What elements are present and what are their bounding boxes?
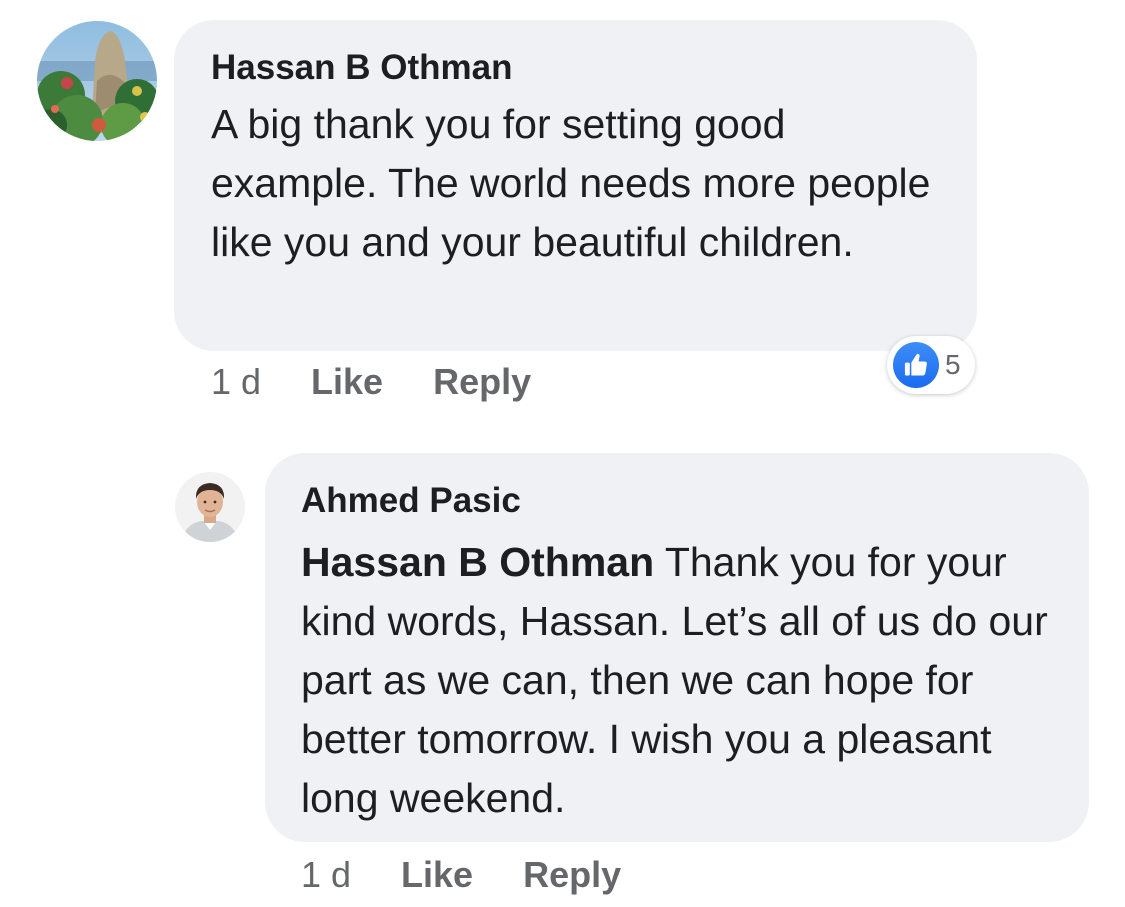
comment-timestamp[interactable]: 1 d <box>211 362 261 402</box>
landscape-avatar-image <box>37 21 157 141</box>
reply-avatar[interactable] <box>175 472 245 542</box>
comment-author[interactable]: Hassan B Othman <box>211 48 941 88</box>
reply-timestamp[interactable]: 1 d <box>301 855 351 895</box>
reply-like-button[interactable]: Like <box>401 855 473 895</box>
reply-text: Hassan B Othman Thank you for your kind … <box>301 533 1053 828</box>
mention-link[interactable]: Hassan B Othman <box>301 539 654 585</box>
person-avatar-image <box>175 472 245 542</box>
reaction-count: 5 <box>945 349 961 380</box>
commenter-avatar[interactable] <box>37 21 157 141</box>
reply-reply-button[interactable]: Reply <box>523 855 621 895</box>
reply-actions: 1 d Like Reply <box>301 855 621 895</box>
comment-actions: 1 d Like Reply <box>211 362 531 402</box>
reply-bubble: Ahmed Pasic Hassan B Othman Thank you fo… <box>265 453 1089 842</box>
thumbs-up-icon <box>893 342 939 388</box>
reaction-summary[interactable]: 5 <box>887 336 975 394</box>
reply-button[interactable]: Reply <box>433 362 531 402</box>
comment-text: A big thank you for setting good example… <box>211 101 931 265</box>
reply-author[interactable]: Ahmed Pasic <box>301 481 1053 521</box>
like-button[interactable]: Like <box>311 362 383 402</box>
comment-bubble: Hassan B Othman A big thank you for sett… <box>174 20 977 351</box>
